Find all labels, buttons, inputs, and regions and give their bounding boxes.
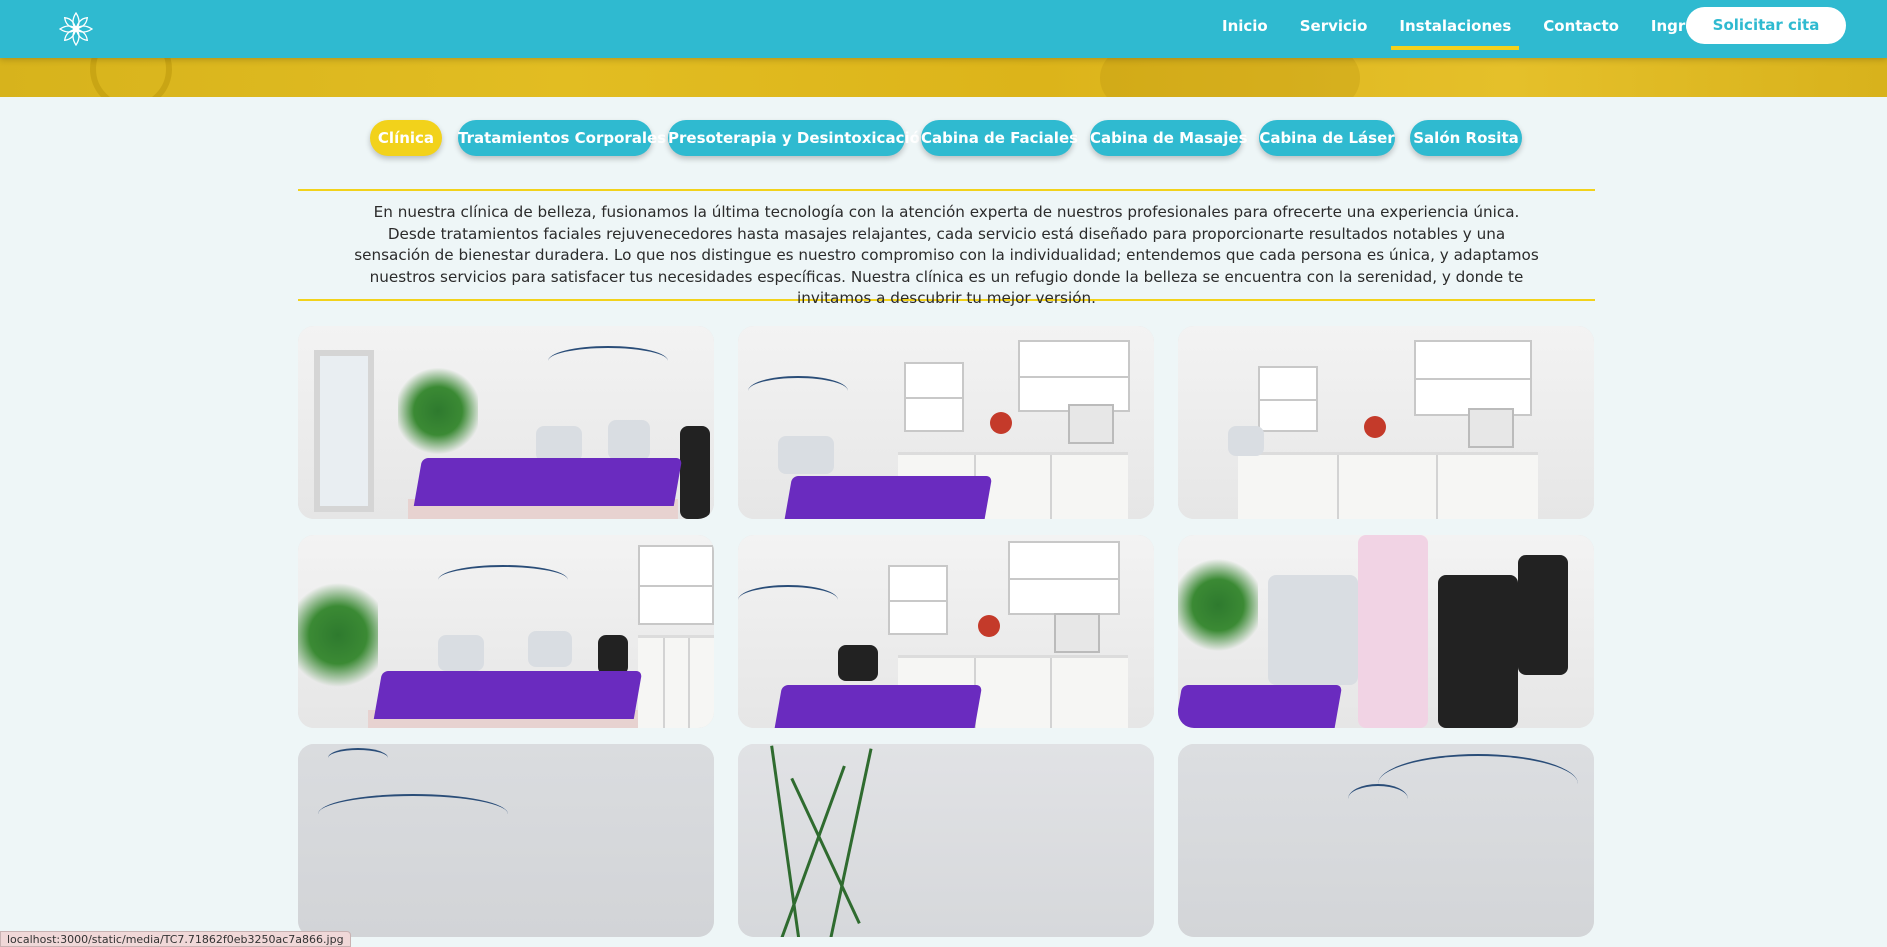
tab-clinica[interactable]: Clínica (370, 120, 442, 156)
clinic-room-photo-3[interactable] (1178, 326, 1594, 519)
main-nav: Inicio Servicio Instalaciones Contacto I… (1210, 0, 1722, 58)
clinic-room-photo-1[interactable] (298, 326, 714, 519)
nav-inicio[interactable]: Inicio (1222, 0, 1268, 58)
clinic-room-photo-9[interactable] (1178, 744, 1594, 937)
lotus-logo-icon[interactable] (56, 9, 96, 49)
tab-presoterapia[interactable]: Presoterapia y Desintoxicación (668, 120, 931, 156)
top-navbar: Inicio Servicio Instalaciones Contacto I… (0, 0, 1887, 58)
tab-cabina-faciales[interactable]: Cabina de Faciales (921, 120, 1078, 156)
request-appointment-button[interactable]: Solicitar cita (1686, 7, 1846, 44)
facility-tabs: Clínica Tratamientos Corporales Presoter… (0, 120, 1887, 158)
nav-instalaciones[interactable]: Instalaciones (1391, 0, 1520, 58)
tab-cabina-laser[interactable]: Cabina de Láser (1259, 120, 1395, 156)
tab-tratamientos-corporales[interactable]: Tratamientos Corporales (458, 120, 666, 156)
tab-cabina-masajes[interactable]: Cabina de Masajes (1090, 120, 1248, 156)
clinic-room-photo-5[interactable] (738, 535, 1154, 728)
clinic-room-photo-8[interactable] (738, 744, 1154, 937)
hero-banner-image (0, 58, 1887, 97)
clinic-room-photo-7[interactable] (298, 744, 714, 937)
clinic-room-photo-4[interactable] (298, 535, 714, 728)
browser-status-url: localhost:3000/static/media/TC7.71862f0e… (0, 931, 351, 947)
tab-salon-rosita[interactable]: Salón Rosita (1410, 120, 1522, 156)
clinic-room-photo-2[interactable] (738, 326, 1154, 519)
intro-section: En nuestra clínica de belleza, fusionamo… (298, 189, 1595, 307)
nav-contacto[interactable]: Contacto (1543, 0, 1619, 58)
clinic-room-photo-6[interactable] (1178, 535, 1594, 728)
nav-servicio[interactable]: Servicio (1300, 0, 1368, 58)
intro-paragraph: En nuestra clínica de belleza, fusionamo… (354, 203, 1539, 307)
